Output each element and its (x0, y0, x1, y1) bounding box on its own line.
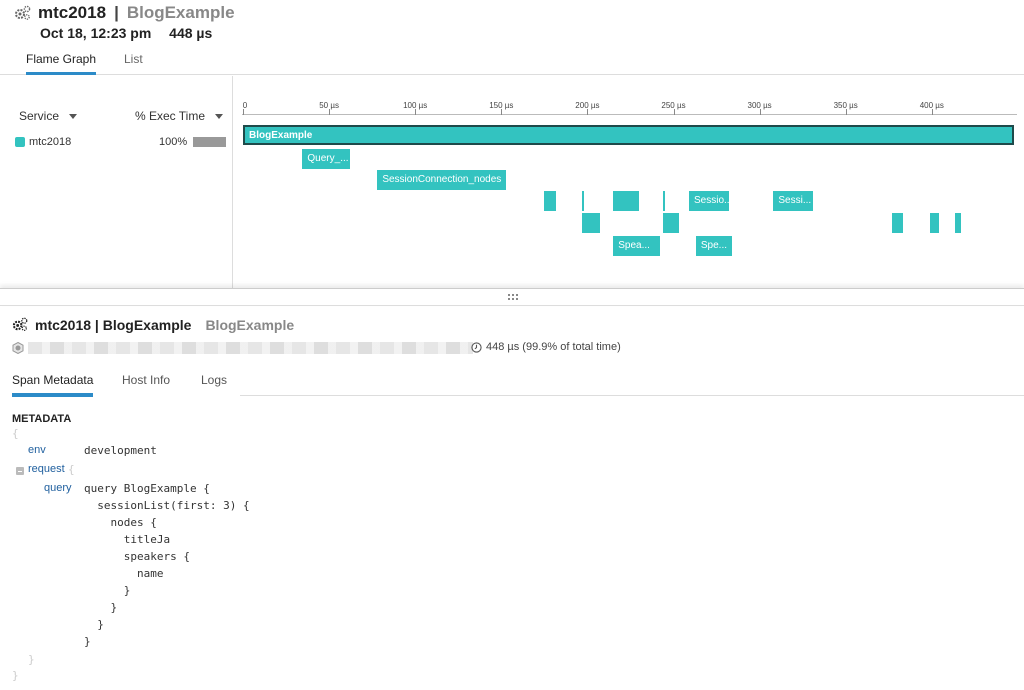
query-line: speakers { (84, 550, 190, 563)
flame-span[interactable]: SessionConnection_nodes (377, 170, 507, 190)
service-exec-bar (193, 137, 226, 147)
query-line: nodes { (84, 516, 157, 529)
trace-subheader: Oct 18, 12:23 pm 448 µs (40, 25, 226, 41)
flame-span[interactable] (544, 191, 557, 211)
flame-span[interactable] (955, 213, 962, 233)
flame-span[interactable] (663, 191, 665, 211)
time-axis (242, 114, 1017, 115)
sort-caret-icon (69, 114, 78, 120)
axis-tick-label: 200 µs (575, 101, 600, 110)
service-row-pct: 100% (159, 136, 188, 148)
hexagon-icon (12, 342, 24, 354)
drag-handle-icon[interactable] (508, 294, 520, 301)
flame-span-root[interactable]: BlogExample (243, 125, 1015, 145)
sort-caret-icon (215, 114, 224, 120)
flame-span[interactable]: Sessio... (688, 191, 729, 211)
span-detail-panel: mtc2018 | BlogExample BlogExample 448 µs… (0, 307, 1024, 690)
metadata-open-brace: { (12, 427, 19, 440)
tab-list[interactable]: List (124, 52, 143, 66)
metadata-heading: METADATA (12, 413, 72, 425)
flame-span[interactable]: Sessi... (773, 191, 813, 211)
service-column-header[interactable]: Service (19, 109, 78, 123)
flame-span[interactable] (892, 213, 903, 233)
exec-time-column-label: % Exec Time (135, 109, 206, 123)
axis-tick-label: 150 µs (489, 101, 514, 110)
span-detail-header: mtc2018 | BlogExample BlogExample (12, 316, 294, 333)
flame-span[interactable] (930, 213, 939, 233)
flame-span[interactable] (663, 213, 679, 233)
flame-span[interactable]: Query_... (302, 149, 350, 169)
panel-resize-divider[interactable] (0, 288, 1024, 306)
query-line: } (84, 601, 118, 614)
query-line: titleJa (84, 533, 171, 546)
tabs-divider (240, 395, 1024, 396)
trace-resource-name: BlogExample (126, 3, 235, 22)
flame-span[interactable]: Spe... (695, 236, 733, 256)
service-row[interactable]: mtc2018 100% (15, 136, 227, 150)
span-id-row (12, 342, 473, 354)
axis-tick-label: 50 µs (319, 101, 339, 110)
service-color-swatch (15, 137, 25, 147)
request-close-brace: } (28, 653, 35, 666)
query-line: } (84, 635, 91, 648)
trace-date: Oct 18, 12:23 pm (40, 25, 152, 41)
query-line: } (84, 584, 131, 597)
span-duration-text: 448 µs (99.9% of total time) (486, 341, 621, 353)
span-detail-resource: BlogExample (205, 316, 295, 333)
view-tabs: Flame Graph List (0, 50, 1024, 75)
axis-tick-label: 100 µs (403, 101, 428, 110)
axis-tick-label: 300 µs (747, 101, 772, 110)
axis-tick-label: 400 µs (919, 101, 944, 110)
trace-duration: 448 µs (169, 25, 213, 41)
trace-overview: mtc2018 | BlogExample Oct 18, 12:23 pm 4… (0, 0, 1024, 290)
trace-header: mtc2018 | BlogExample (14, 3, 235, 23)
query-line: } (84, 618, 104, 631)
metadata-key-env: env (28, 444, 46, 456)
axis-tick-label: 0 (242, 101, 248, 110)
clock-icon (471, 341, 482, 353)
service-row-name: mtc2018 (29, 136, 72, 148)
tab-flame-graph[interactable]: Flame Graph (26, 52, 97, 75)
query-line: sessionList(first: 3) { (84, 499, 250, 512)
axis-tick-label: 350 µs (833, 101, 858, 110)
span-detail-tabs: Span Metadata Host Info Logs (0, 369, 1024, 397)
metadata-key-query: query (44, 482, 72, 494)
flame-span[interactable] (613, 191, 640, 211)
redacted-span-id (28, 342, 473, 354)
service-column-label: Service (19, 109, 60, 123)
metadata-key-request[interactable]: request (28, 463, 65, 475)
query-line: name (84, 567, 164, 580)
flame-span[interactable] (582, 213, 601, 233)
flame-span[interactable] (582, 191, 584, 211)
flame-graph: 0 50 µs 100 µs 150 µs 200 µs 250 µs 300 µs 350 … (234, 95, 1024, 290)
request-open-brace: { (68, 463, 75, 476)
query-line: query BlogExample { (84, 482, 210, 495)
span-duration: 448 µs (99.9% of total time) (471, 341, 621, 353)
service-legend-panel: Service % Exec Time mtc2018 100% (0, 76, 233, 288)
tab-host-info[interactable]: Host Info (122, 373, 170, 387)
services-gear-icon (12, 317, 28, 331)
exec-time-column-header[interactable]: % Exec Time (135, 109, 224, 123)
services-gear-icon (15, 5, 31, 20)
metadata-close-brace: } (12, 669, 19, 682)
span-detail-title: mtc2018 | BlogExample (35, 316, 192, 333)
title-separator: | (114, 3, 119, 22)
collapse-request-icon[interactable] (16, 467, 24, 475)
tab-span-metadata[interactable]: Span Metadata (12, 373, 94, 397)
trace-service-name: mtc2018 (38, 3, 107, 22)
flame-span[interactable]: Spea... (613, 236, 660, 256)
metadata-value-env: development (84, 444, 157, 457)
axis-tick-label: 250 µs (661, 101, 686, 110)
tab-logs[interactable]: Logs (201, 373, 227, 387)
